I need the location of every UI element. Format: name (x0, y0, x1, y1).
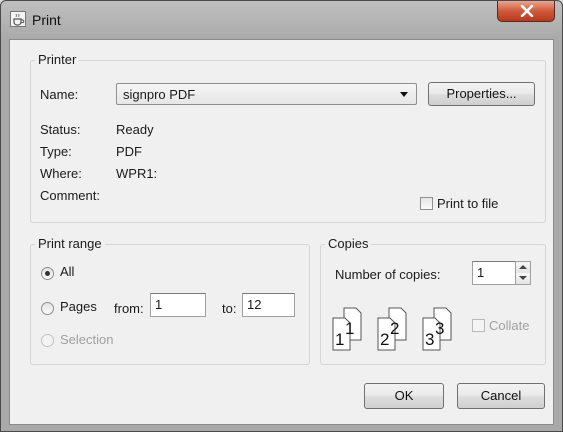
copies-legend: Copies (325, 236, 372, 251)
collate-pages-icon: 1 1 2 2 3 3 (332, 307, 452, 351)
print-range-legend: Print range (35, 236, 105, 251)
dialog-body: Printer Name: signpro PDF Properties... … (9, 39, 554, 425)
number-of-copies-label: Number of copies: (335, 267, 441, 282)
copies-input[interactable]: 1 (472, 261, 516, 285)
chevron-down-icon (400, 92, 408, 97)
status-label: Status: (40, 122, 81, 137)
spin-down-button[interactable] (516, 273, 530, 284)
pages-radio[interactable] (41, 302, 54, 315)
arrow-up-icon (519, 265, 527, 269)
collate-page-number: 1 (345, 319, 354, 338)
collate-checkbox[interactable] (472, 319, 485, 332)
type-value: PDF (116, 144, 142, 159)
from-page-input[interactable]: 1 (150, 293, 206, 317)
ok-button[interactable]: OK (364, 383, 444, 409)
collate-page-number: 2 (390, 319, 399, 338)
selection-radio[interactable] (41, 334, 54, 347)
close-icon (520, 5, 534, 17)
printer-legend: Printer (35, 52, 80, 67)
printer-name-value: signpro PDF (123, 87, 196, 102)
arrow-down-icon (519, 276, 527, 280)
comment-label: Comment: (40, 188, 100, 203)
copies-spinner[interactable] (515, 261, 531, 285)
print-dialog-window: Print Printer Name: signpro PDF Properti… (0, 0, 563, 432)
properties-button-label: Properties... (446, 86, 517, 101)
ok-button-label: OK (394, 388, 414, 403)
cancel-button[interactable]: Cancel (457, 383, 545, 409)
java-cup-icon (10, 11, 26, 27)
status-value: Ready (116, 122, 154, 137)
print-to-file-checkbox[interactable] (420, 197, 433, 210)
from-label: from: (114, 301, 144, 316)
to-label: to: (222, 301, 237, 316)
selection-label[interactable]: Selection (60, 332, 113, 347)
window-title: Print (32, 12, 61, 28)
printer-name-select[interactable]: signpro PDF (116, 83, 417, 105)
cancel-button-label: Cancel (480, 388, 522, 403)
collate-page-number: 3 (425, 330, 434, 349)
all-label[interactable]: All (60, 264, 74, 279)
collate-page-number: 2 (380, 330, 389, 349)
to-page-input[interactable]: 12 (242, 293, 295, 317)
print-to-file-label[interactable]: Print to file (437, 196, 498, 211)
all-radio[interactable] (41, 267, 54, 280)
title-bar[interactable]: Print (1, 1, 562, 39)
name-label: Name: (40, 87, 79, 102)
collate-label[interactable]: Collate (489, 318, 529, 333)
where-label: Where: (40, 166, 82, 181)
collate-page-number: 1 (335, 330, 344, 349)
where-value: WPR1: (116, 166, 158, 181)
type-label: Type: (40, 144, 72, 159)
collate-page-number: 3 (435, 319, 444, 338)
close-button[interactable] (497, 1, 555, 22)
properties-button[interactable]: Properties... (428, 82, 535, 106)
pages-label[interactable]: Pages (60, 299, 97, 314)
